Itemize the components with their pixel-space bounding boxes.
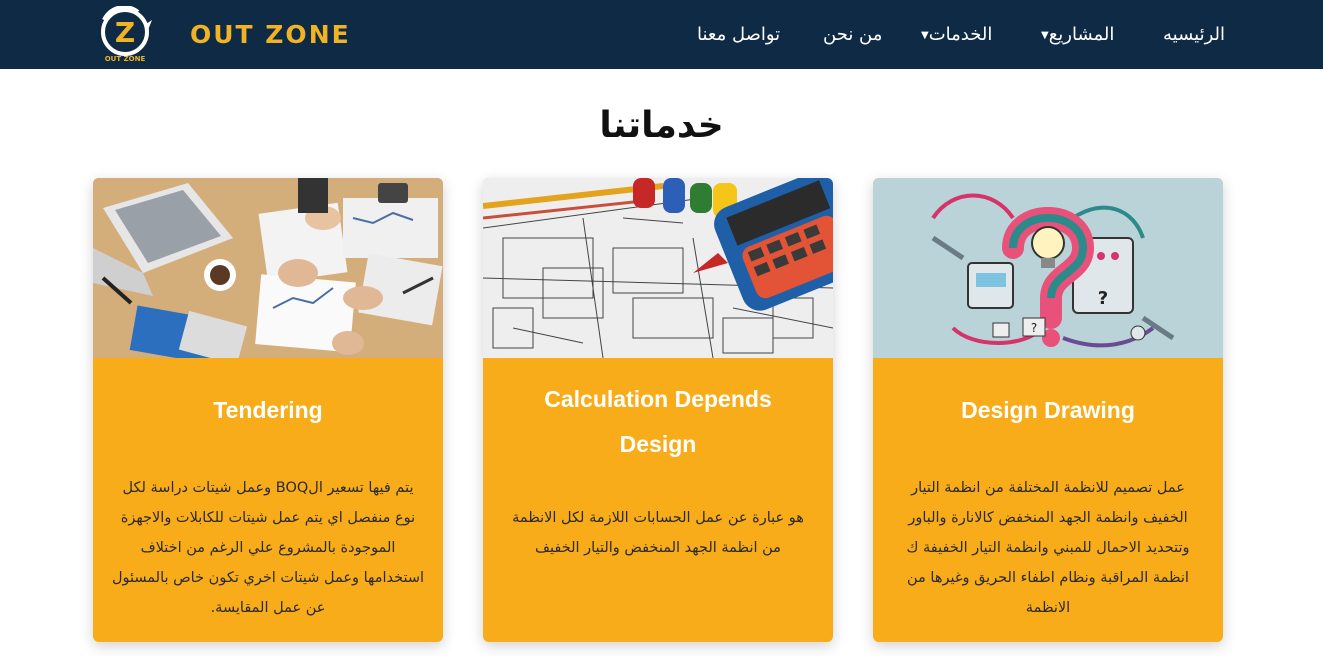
- section-title: خدماتنا: [599, 105, 724, 146]
- nav-contact[interactable]: تواصل معنا: [697, 21, 780, 49]
- card-description: يتم فيها تسعير الBOQ وعمل شيتات دراسة لك…: [111, 480, 425, 616]
- nav-home[interactable]: الرئيسيه: [1163, 21, 1225, 49]
- card-title: Calculation Depends Design: [544, 386, 772, 457]
- brand-name[interactable]: OUT ZONE: [190, 19, 351, 51]
- nav-projects[interactable]: المشاريع▼: [1037, 21, 1114, 49]
- nav-services-label: الخدمات: [928, 24, 993, 45]
- nav-contact-label: تواصل معنا: [697, 24, 781, 45]
- nav-projects-label: المشاريع: [1048, 24, 1115, 45]
- card-description: عمل تصميم للانظمة المختلفة من انظمة التي…: [906, 480, 1190, 616]
- svg-text:?: ?: [1031, 321, 1037, 335]
- service-card-calculation[interactable]: Calculation Depends Design هو عبارة عن ع…: [483, 178, 833, 642]
- blueprint-calculator-photo-icon: [483, 178, 833, 358]
- svg-text:?: ?: [1098, 288, 1108, 309]
- nav-home-label: الرئيسيه: [1163, 24, 1225, 45]
- logo-caption: OUT ZONE: [105, 55, 146, 63]
- service-card-tendering[interactable]: Tendering يتم فيها تسعير الBOQ وعمل شيتا…: [93, 178, 443, 642]
- logo-letter: Z: [115, 16, 135, 49]
- logo-icon[interactable]: Z OUT ZONE: [94, 5, 156, 64]
- card-description: هو عبارة عن عمل الحسابات اللازمة لكل الا…: [512, 510, 804, 556]
- card-title: Tendering: [213, 397, 323, 423]
- top-navbar: Z OUT ZONE OUT ZONE الرئيسيه المشاريع▼ ا…: [0, 0, 1323, 69]
- nav-about-label: من نحن: [823, 24, 883, 45]
- chevron-down-icon: ▼: [921, 30, 929, 41]
- business-meeting-photo-icon: [93, 178, 443, 358]
- nav-about[interactable]: من نحن: [823, 21, 882, 49]
- chevron-down-icon: ▼: [1041, 30, 1049, 41]
- service-card-design-drawing[interactable]: ? ? Design Drawing عمل تصميم للانظمة الم…: [873, 178, 1223, 642]
- card-title: Design Drawing: [961, 397, 1135, 423]
- nav-services[interactable]: الخدمات▼: [917, 21, 992, 49]
- question-mark-circuit-illustration-icon: ? ?: [873, 178, 1223, 358]
